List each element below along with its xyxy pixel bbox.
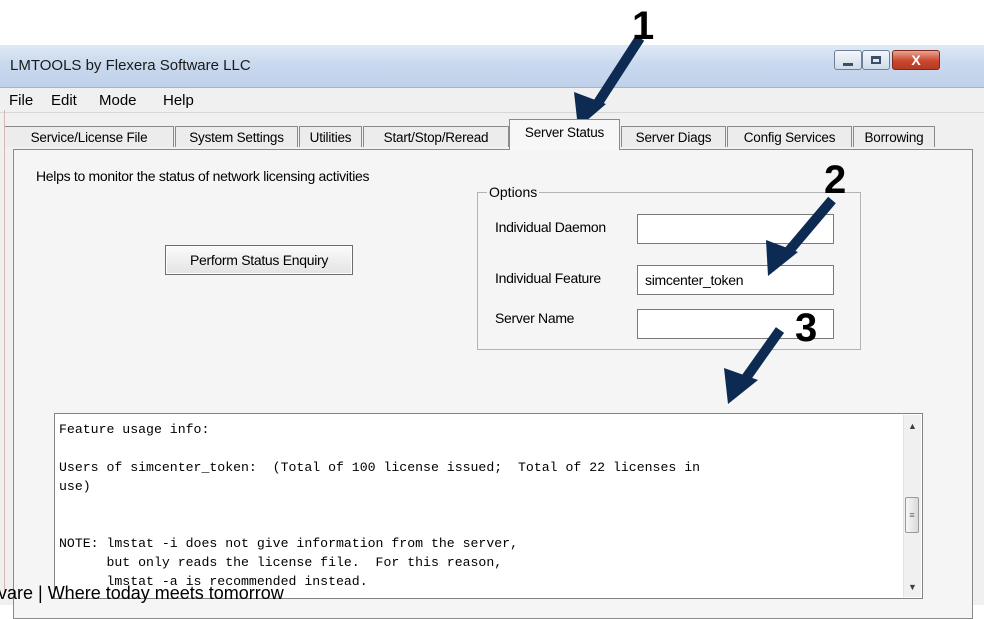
- tab-server-status[interactable]: Server Status: [509, 119, 620, 150]
- lmtools-window: LMTOOLS by Flexera Software LLC X File E…: [0, 45, 984, 619]
- tab-config-services[interactable]: Config Services: [727, 126, 852, 147]
- status-output-text: Feature usage info: Users of simcenter_t…: [59, 422, 701, 589]
- panel-description: Helps to monitor the status of network l…: [36, 168, 370, 184]
- window-title: LMTOOLS by Flexera Software LLC: [10, 57, 251, 74]
- output-scrollbar[interactable]: ▲ ≡ ▼: [903, 415, 921, 597]
- annotation-step-1: 1: [632, 4, 655, 48]
- status-output-box[interactable]: Feature usage info: Users of simcenter_t…: [54, 413, 923, 599]
- minimize-icon: [843, 62, 853, 66]
- footer-tagline: vare | Where today meets tomorrow: [0, 583, 284, 603]
- options-legend: Options: [487, 184, 540, 200]
- individual-feature-label: Individual Feature: [495, 270, 601, 286]
- menu-mode[interactable]: Mode: [99, 92, 137, 109]
- menu-edit[interactable]: Edit: [51, 92, 77, 109]
- maximize-icon: [871, 56, 881, 64]
- tab-strip: Service/License File System Settings Uti…: [0, 119, 984, 150]
- tab-service-license-file[interactable]: Service/License File: [4, 126, 174, 147]
- minimize-button[interactable]: [834, 50, 862, 70]
- maximize-button[interactable]: [862, 50, 890, 70]
- scroll-up-arrow-icon[interactable]: ▲: [904, 417, 921, 434]
- close-icon: X: [911, 52, 921, 68]
- server-status-panel: Helps to monitor the status of network l…: [13, 149, 973, 619]
- menu-bar: File Edit Mode Help: [0, 88, 984, 113]
- title-bar[interactable]: LMTOOLS by Flexera Software LLC X: [0, 45, 984, 88]
- perform-status-enquiry-button[interactable]: Perform Status Enquiry: [165, 245, 353, 275]
- close-button[interactable]: X: [892, 50, 940, 70]
- menu-file[interactable]: File: [9, 92, 33, 109]
- individual-feature-input[interactable]: [637, 265, 834, 295]
- scroll-thumb[interactable]: ≡: [905, 497, 919, 533]
- tab-start-stop-reread[interactable]: Start/Stop/Reread: [363, 126, 509, 147]
- server-name-label: Server Name: [495, 310, 575, 326]
- window-left-edge: [4, 110, 5, 596]
- menu-help[interactable]: Help: [163, 92, 194, 109]
- tab-utilities[interactable]: Utilities: [299, 126, 362, 147]
- individual-daemon-input[interactable]: [637, 214, 834, 244]
- tab-borrowing[interactable]: Borrowing: [853, 126, 935, 147]
- tab-system-settings[interactable]: System Settings: [175, 126, 298, 147]
- tab-server-diags[interactable]: Server Diags: [621, 126, 726, 147]
- annotation-step-3: 3: [795, 306, 818, 350]
- annotation-step-2: 2: [824, 158, 847, 202]
- individual-daemon-label: Individual Daemon: [495, 219, 606, 235]
- scroll-down-arrow-icon[interactable]: ▼: [904, 578, 921, 595]
